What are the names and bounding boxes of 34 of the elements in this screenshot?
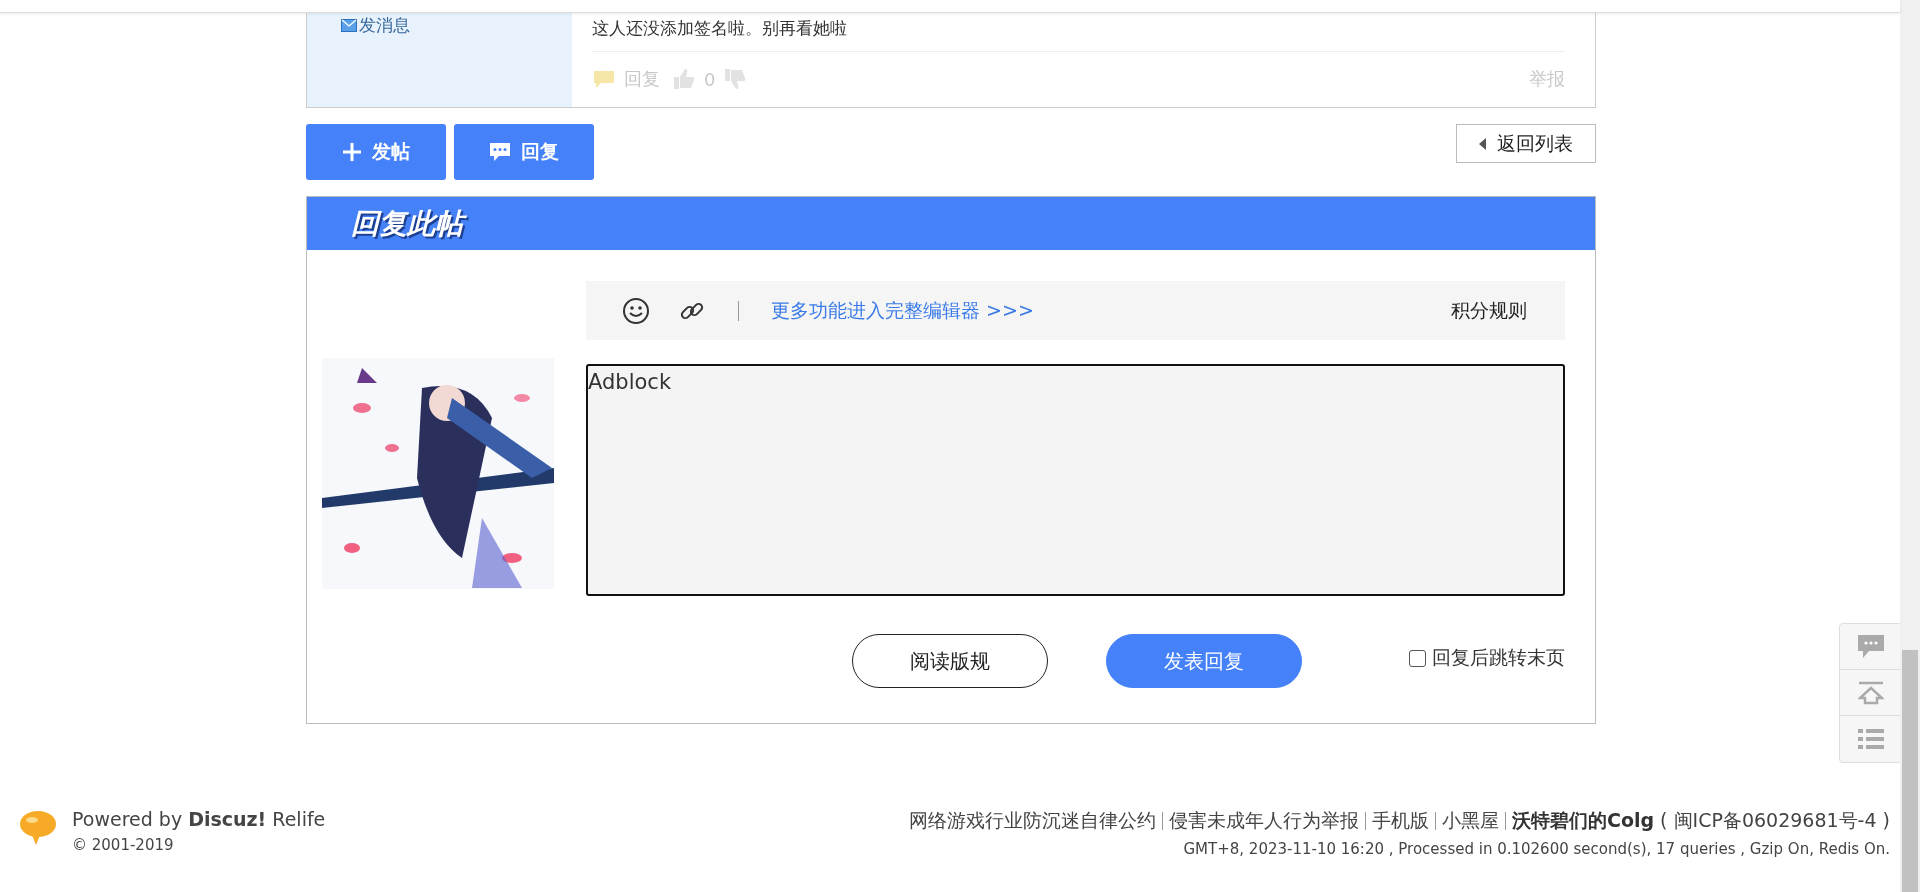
points-rules-link[interactable]: 积分规则 xyxy=(1451,297,1527,324)
footer-link[interactable]: 网络游戏行业防沉迷自律公约 xyxy=(909,808,1156,834)
submit-reply-button[interactable]: 发表回复 xyxy=(1106,634,1302,688)
plus-icon xyxy=(342,142,362,162)
full-editor-link[interactable]: 更多功能进入完整编辑器 >>> xyxy=(771,297,1034,324)
reply-textarea[interactable]: Adblock xyxy=(586,364,1565,596)
footer-link[interactable]: 侵害未成年人行为举报 xyxy=(1169,808,1359,834)
like-button[interactable] xyxy=(672,67,696,92)
thumbs-down-icon xyxy=(723,67,748,92)
jump-checkbox-label: 回复后跳转末页 xyxy=(1432,645,1565,670)
arrow-up-icon xyxy=(1857,680,1884,705)
footer-link[interactable]: 手机版 xyxy=(1372,808,1429,834)
new-post-button[interactable]: 发帖 xyxy=(306,124,446,180)
envelope-icon xyxy=(341,19,357,32)
list-icon xyxy=(1857,728,1884,750)
powered-by-text: Powered by Discuz! Relife xyxy=(72,808,326,830)
read-rules-button[interactable]: 阅读版规 xyxy=(852,634,1048,688)
speech-bubble-icon xyxy=(1856,633,1885,660)
footer-link[interactable]: 小黑屋 xyxy=(1442,808,1499,834)
copyright-text: © 2001-2019 xyxy=(72,836,175,854)
send-message-link[interactable]: 发消息 xyxy=(341,14,410,37)
stats-text: GMT+8, 2023-11-10 16:20 , Processed in 0.102600 second(s), 17 queries , Gzip On, Redis On. xyxy=(1183,840,1890,858)
caret-icon xyxy=(1479,137,1487,150)
speech-bubble-icon xyxy=(592,69,616,90)
thumbs-up-icon xyxy=(672,67,696,92)
site-name-link[interactable]: 沃特碧们的Colg xyxy=(1512,808,1655,834)
dislike-button[interactable] xyxy=(723,67,748,92)
jump-checkbox[interactable] xyxy=(1409,649,1426,667)
smiley-icon[interactable] xyxy=(622,296,650,325)
signature-text: 这人还没添加签名啦。别再看她啦 xyxy=(592,17,1565,52)
back-to-list-button[interactable]: 返回列表 xyxy=(1456,124,1596,163)
speech-bubble-icon xyxy=(489,142,511,162)
icp-link[interactable]: ( 闽ICP备06029681号-4 ) xyxy=(1660,808,1890,834)
reply-button[interactable]: 回复 xyxy=(454,124,594,180)
